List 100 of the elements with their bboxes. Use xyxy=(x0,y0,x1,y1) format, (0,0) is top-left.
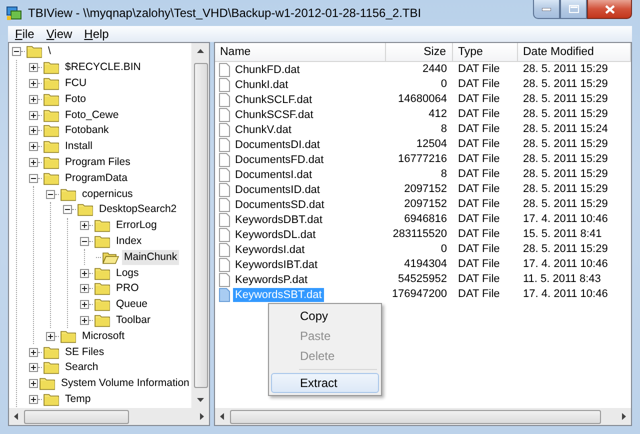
tree-item[interactable]: Install xyxy=(63,139,94,154)
tree-item[interactable]: System Volume Information xyxy=(59,376,191,392)
file-name[interactable]: DocumentsSD.dat xyxy=(233,198,326,212)
table-cell-text: 28. 5. 2011 15:29 xyxy=(522,107,609,122)
column-header[interactable]: Date Modified xyxy=(518,43,631,61)
table-cell-text: 2097152 xyxy=(403,182,448,197)
tree-item[interactable]: Logs xyxy=(114,266,141,281)
file-name[interactable]: ChunkSCLF.dat xyxy=(233,92,314,106)
tree-item[interactable]: $RECYCLE.BIN xyxy=(63,60,143,76)
tree-item[interactable]: Foto xyxy=(63,92,88,107)
table-cell-text: DAT File xyxy=(457,152,501,167)
menu-item[interactable]: View xyxy=(41,27,78,41)
file-name[interactable]: DocumentsDI.dat xyxy=(233,138,322,152)
tree-item[interactable]: Foto_Cewe xyxy=(63,108,121,123)
collapse-icon[interactable] xyxy=(46,190,55,199)
expand-icon[interactable] xyxy=(29,363,38,372)
file-name[interactable]: KeywordsIBT.dat xyxy=(233,258,320,272)
folder-icon xyxy=(94,314,111,327)
expand-icon[interactable] xyxy=(29,394,38,404)
tree-item[interactable]: Program Files xyxy=(63,154,132,170)
minimize-button[interactable] xyxy=(533,0,560,19)
maximize-icon xyxy=(568,5,578,13)
tree-item[interactable]: Microsoft xyxy=(80,328,127,344)
tree-item[interactable]: Index xyxy=(114,234,144,249)
tree-item[interactable]: Queue xyxy=(114,297,150,312)
right-arrow-icon[interactable] xyxy=(199,413,204,420)
scrollbar-thumb[interactable] xyxy=(24,410,130,424)
horizontal-scrollbar[interactable] xyxy=(9,408,209,425)
tree-item[interactable]: ProgramData xyxy=(63,170,130,186)
expand-icon[interactable] xyxy=(80,268,89,278)
expand-icon[interactable] xyxy=(46,332,55,341)
scrollbar-thumb[interactable] xyxy=(230,410,601,424)
tree-item[interactable]: FCU xyxy=(63,76,89,91)
expand-icon[interactable] xyxy=(29,348,38,357)
expand-icon[interactable] xyxy=(29,379,38,388)
tree-item[interactable]: Temp xyxy=(63,392,93,407)
table-cell-text: 28. 5. 2011 15:29 xyxy=(522,92,609,107)
up-arrow-icon[interactable] xyxy=(197,49,204,54)
expand-icon[interactable] xyxy=(80,300,89,310)
column-header[interactable]: Name xyxy=(215,43,386,61)
expand-icon[interactable] xyxy=(29,63,38,72)
tree-item[interactable]: Toolbar xyxy=(114,312,152,328)
menu-item[interactable]: Extract xyxy=(271,373,379,393)
folder-icon xyxy=(43,361,60,374)
file-name[interactable]: ChunkFD.dat xyxy=(233,62,302,76)
file-name[interactable]: ChunkSCSF.dat xyxy=(233,108,316,122)
menu-item[interactable]: File xyxy=(10,27,40,41)
window-title: TBIView - \\myqnap\zalohy\Test_VHD\Backup-w1-2012-01-28-1156_2.TBI xyxy=(28,6,422,20)
table-cell-text: DAT File xyxy=(457,62,501,77)
collapse-icon[interactable] xyxy=(63,205,72,214)
expand-icon[interactable] xyxy=(80,284,89,294)
expand-icon[interactable] xyxy=(29,126,38,136)
menu-item[interactable]: Copy xyxy=(271,306,379,326)
file-name[interactable]: KeywordsDL.dat xyxy=(233,228,318,242)
expand-icon[interactable] xyxy=(29,110,38,120)
expand-icon[interactable] xyxy=(29,142,38,152)
scrollbar-thumb[interactable] xyxy=(194,63,208,388)
tree-item[interactable]: ErrorLog xyxy=(114,218,159,234)
maximize-button[interactable] xyxy=(560,0,587,19)
tree-item[interactable]: \ xyxy=(46,44,53,60)
tree-item[interactable]: Search xyxy=(63,360,100,376)
table-cell-text: 412 xyxy=(428,107,448,122)
file-name[interactable]: ChunkV.dat xyxy=(233,122,294,136)
file-name[interactable]: DocumentsI.dat xyxy=(233,168,314,182)
horizontal-scrollbar[interactable] xyxy=(215,408,631,425)
file-name[interactable]: ChunkI.dat xyxy=(233,78,290,92)
table-cell-text: DAT File xyxy=(457,107,501,122)
expand-icon[interactable] xyxy=(29,94,38,104)
folder-icon xyxy=(43,140,60,154)
expand-icon[interactable] xyxy=(80,221,89,230)
menu-item[interactable]: Help xyxy=(79,27,114,41)
tree-item[interactable]: copernicus xyxy=(80,186,135,202)
close-button[interactable] xyxy=(587,0,632,19)
expand-icon[interactable] xyxy=(29,158,38,167)
collapse-icon[interactable] xyxy=(80,236,89,246)
collapse-icon[interactable] xyxy=(29,174,38,183)
left-arrow-icon[interactable] xyxy=(14,413,19,420)
table-cell-text: DAT File xyxy=(457,287,501,302)
file-name[interactable]: KeywordsDBT.dat xyxy=(233,212,324,226)
expand-icon[interactable] xyxy=(29,78,38,88)
tree-item[interactable]: MainChunk xyxy=(122,250,180,265)
file-name[interactable]: KeywordsI.dat xyxy=(233,242,307,256)
tree-item[interactable]: PRO xyxy=(114,281,141,296)
tree-item[interactable]: Fotobank xyxy=(63,123,111,138)
tree-item[interactable]: DesktopSearch2 xyxy=(97,202,179,218)
table-cell-text: 54525952 xyxy=(397,272,448,287)
column-header[interactable]: Size xyxy=(386,43,453,61)
right-arrow-icon[interactable] xyxy=(621,413,626,420)
file-name[interactable]: KeywordsP.dat xyxy=(233,272,310,286)
table-cell-text: 8 xyxy=(440,167,448,182)
column-header[interactable]: Type xyxy=(453,43,518,61)
left-arrow-icon[interactable] xyxy=(220,413,225,420)
tree-item[interactable]: SE Files xyxy=(63,344,106,360)
down-arrow-icon[interactable] xyxy=(197,397,204,402)
vertical-scrollbar[interactable] xyxy=(191,43,209,408)
expand-icon[interactable] xyxy=(80,316,89,325)
collapse-icon[interactable] xyxy=(12,47,21,56)
file-name[interactable]: DocumentsID.dat xyxy=(233,182,322,196)
file-name[interactable]: DocumentsFD.dat xyxy=(233,152,326,166)
table-cell-text: DAT File xyxy=(457,122,501,137)
